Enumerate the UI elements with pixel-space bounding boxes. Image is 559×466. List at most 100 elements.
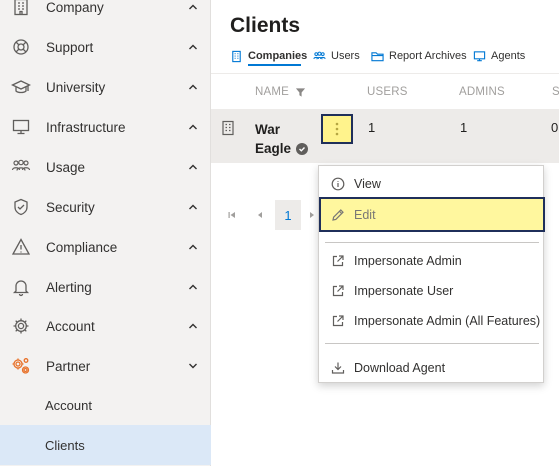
chevron-up-icon — [187, 121, 199, 133]
graduation-cap-icon — [11, 77, 31, 97]
sidebar-subitem-label: Account — [45, 397, 92, 413]
sidebar-item-account[interactable]: Account — [0, 306, 211, 346]
sidebar-item-label: Account — [46, 318, 95, 334]
sidebar: Company Support University Infrastructur… — [0, 0, 211, 466]
folder-icon — [371, 50, 384, 63]
column-header-name[interactable]: NAME — [255, 74, 306, 110]
pencil-icon — [331, 208, 345, 222]
first-page-icon — [227, 210, 237, 220]
first-page-button[interactable] — [222, 200, 242, 230]
sidebar-item-label: Infrastructure — [46, 119, 126, 135]
menu-item-label: View — [354, 177, 381, 191]
chevron-down-icon — [187, 360, 199, 372]
tab-label: Users — [331, 50, 360, 62]
download-icon — [331, 361, 345, 375]
chevron-up-icon — [187, 1, 199, 13]
sidebar-item-label: Alerting — [46, 279, 92, 295]
tab-companies[interactable]: Companies — [230, 46, 307, 66]
lifebuoy-icon — [11, 37, 31, 57]
sidebar-subitem-label: Clients — [45, 437, 85, 453]
tab-label: Report Archives — [389, 50, 467, 62]
tab-label: Companies — [248, 50, 308, 62]
people-icon — [313, 50, 326, 63]
sidebar-subitem-clients[interactable]: Clients — [0, 425, 211, 465]
partner-gears-icon — [11, 356, 31, 376]
tab-users[interactable]: Users — [313, 46, 360, 66]
tab-agents[interactable]: Agents — [473, 46, 525, 66]
sidebar-item-security[interactable]: Security — [0, 187, 211, 227]
previous-page-button[interactable] — [250, 200, 270, 230]
row-actions-button[interactable] — [321, 114, 353, 144]
sidebar-item-label: Security — [46, 199, 95, 215]
menu-item-label: Impersonate Admin — [354, 254, 462, 268]
sidebar-item-label: Usage — [46, 159, 86, 175]
page-number-button[interactable]: 1 — [275, 200, 301, 230]
shield-icon — [11, 197, 31, 217]
next-page-icon — [307, 210, 317, 220]
column-header-users[interactable]: USERS — [367, 74, 408, 110]
admins-count: 1 — [460, 120, 468, 135]
active-tab-indicator — [248, 64, 301, 66]
menu-item-view[interactable]: View — [319, 169, 545, 199]
chevron-up-icon — [187, 81, 199, 93]
external-link-icon — [331, 284, 345, 298]
gear-icon — [11, 316, 31, 336]
chevron-up-icon — [187, 41, 199, 53]
company-name-line1: War — [255, 122, 281, 137]
users-count: 1 — [368, 120, 376, 135]
sidebar-item-partner[interactable]: Partner — [0, 346, 211, 386]
sidebar-item-label: Support — [46, 39, 94, 55]
chevron-up-icon — [187, 241, 199, 253]
sidebar-item-label: Company — [46, 0, 104, 15]
monitor-icon — [473, 50, 486, 63]
tab-report-archives[interactable]: Report Archives — [371, 46, 467, 66]
company-name[interactable]: War Eagle — [255, 120, 315, 158]
sidebar-item-infrastructure[interactable]: Infrastructure — [0, 107, 211, 147]
table-row[interactable]: War Eagle 1 1 0 — [211, 109, 559, 163]
sidebar-item-company[interactable]: Company — [0, 0, 211, 27]
sidebar-item-usage[interactable]: Usage — [0, 147, 211, 187]
people-icon — [11, 157, 31, 177]
column-header-admins[interactable]: ADMINS — [459, 74, 505, 110]
table-header: NAME USERS ADMINS S — [211, 73, 559, 109]
external-link-icon — [331, 314, 345, 328]
menu-item-label: Impersonate User — [354, 284, 454, 298]
chevron-up-icon — [187, 161, 199, 173]
warning-icon — [11, 237, 31, 257]
verified-check-icon — [296, 142, 309, 155]
building-icon — [11, 0, 31, 17]
menu-divider — [325, 242, 539, 243]
chevron-up-icon — [187, 201, 199, 213]
menu-item-download-agent[interactable]: Download Agent — [319, 353, 545, 383]
sidebar-item-label: Compliance — [46, 239, 118, 255]
menu-item-label: Download Agent — [354, 361, 446, 375]
tab-label: Agents — [491, 50, 526, 62]
menu-item-impersonate-user[interactable]: Impersonate User — [319, 276, 545, 306]
sidebar-item-compliance[interactable]: Compliance — [0, 227, 211, 267]
previous-page-icon — [255, 210, 265, 220]
sidebar-item-label: University — [46, 79, 106, 95]
sidebar-item-support[interactable]: Support — [0, 27, 211, 67]
building-icon — [230, 50, 243, 63]
company-name-line2: Eagle — [255, 141, 292, 156]
sidebar-subitem-account[interactable]: Account — [0, 385, 211, 425]
menu-item-impersonate-admin-all-features[interactable]: Impersonate Admin (All Features) — [319, 306, 545, 336]
chevron-up-icon — [187, 320, 199, 332]
menu-item-impersonate-admin[interactable]: Impersonate Admin — [319, 246, 545, 276]
monitor-icon — [11, 117, 31, 137]
info-icon — [331, 177, 345, 191]
column-header-s[interactable]: S — [552, 74, 559, 110]
building-icon — [221, 120, 235, 136]
next-page-button[interactable] — [306, 200, 318, 230]
sidebar-item-label: Partner — [46, 358, 91, 374]
menu-item-label: Edit — [354, 207, 376, 222]
external-link-icon — [331, 254, 345, 268]
sidebar-item-university[interactable]: University — [0, 67, 211, 107]
filter-icon[interactable] — [295, 87, 306, 98]
sidebar-item-alerting[interactable]: Alerting — [0, 267, 211, 307]
menu-item-edit[interactable]: Edit — [319, 197, 545, 232]
bell-icon — [11, 277, 31, 297]
chevron-up-icon — [187, 281, 199, 293]
menu-item-label: Impersonate Admin (All Features) — [354, 314, 541, 328]
more-vertical-icon — [335, 122, 339, 136]
